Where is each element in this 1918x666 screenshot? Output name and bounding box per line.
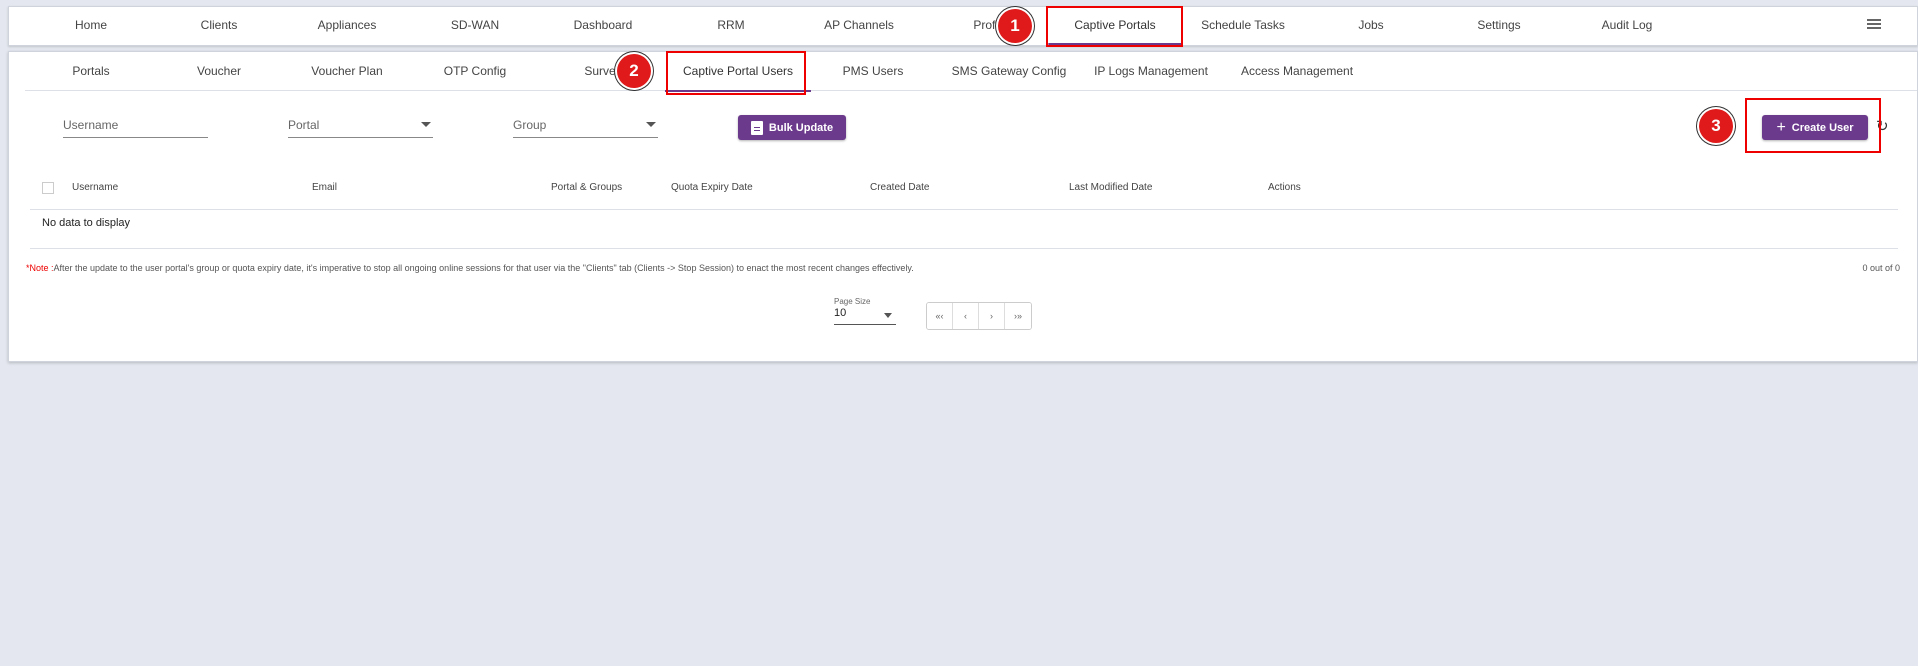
highlight-create-user bbox=[1745, 98, 1881, 153]
tab-access-management[interactable]: Access Management bbox=[1241, 52, 1353, 90]
nav-dashboard[interactable]: Dashboard bbox=[574, 7, 633, 47]
menu-icon[interactable] bbox=[1867, 19, 1881, 29]
prev-page-button[interactable]: ‹ bbox=[953, 303, 979, 329]
page-size-value: 10 bbox=[834, 307, 847, 319]
nav-schedule-tasks[interactable]: Schedule Tasks bbox=[1201, 7, 1285, 47]
tab-otp-config[interactable]: OTP Config bbox=[444, 52, 506, 90]
note-body: After the update to the user portal's gr… bbox=[53, 263, 914, 273]
col-last-modified[interactable]: Last Modified Date bbox=[1069, 178, 1152, 198]
col-username[interactable]: Username bbox=[72, 178, 118, 198]
document-icon bbox=[750, 120, 763, 135]
table-header: Username Email Portal & Groups Quota Exp… bbox=[30, 178, 1898, 210]
nav-audit-log[interactable]: Audit Log bbox=[1602, 7, 1653, 47]
nav-ap-channels[interactable]: AP Channels bbox=[824, 7, 894, 47]
chevron-down-icon bbox=[421, 122, 431, 127]
chevron-down-icon bbox=[884, 313, 892, 318]
chevron-down-icon bbox=[646, 122, 656, 127]
bulk-update-label: Bulk Update bbox=[768, 121, 834, 134]
last-page-button[interactable]: ›» bbox=[1005, 303, 1031, 329]
select-all-checkbox[interactable] bbox=[42, 182, 54, 194]
divider bbox=[30, 248, 1898, 249]
portal-placeholder: Portal bbox=[288, 118, 320, 132]
step-badge-1: 1 bbox=[998, 9, 1032, 43]
tab-sms-gateway-config[interactable]: SMS Gateway Config bbox=[952, 52, 1067, 90]
tab-voucher-plan[interactable]: Voucher Plan bbox=[311, 52, 382, 90]
tab-portals[interactable]: Portals bbox=[72, 52, 109, 90]
nav-settings[interactable]: Settings bbox=[1477, 7, 1520, 47]
col-quota-expiry[interactable]: Quota Expiry Date bbox=[671, 178, 753, 198]
tab-pms-users[interactable]: PMS Users bbox=[843, 52, 904, 90]
col-actions: Actions bbox=[1268, 182, 1301, 193]
top-nav: Home Clients Appliances SD-WAN Dashboard… bbox=[8, 6, 1918, 46]
step-badge-3: 3 bbox=[1699, 109, 1733, 143]
first-page-button[interactable]: «‹ bbox=[927, 303, 953, 329]
sub-nav: Portals Voucher Voucher Plan OTP Config … bbox=[25, 52, 1917, 92]
group-select[interactable]: Group bbox=[513, 116, 658, 138]
record-count: 0 out of 0 bbox=[1862, 263, 1900, 273]
nav-jobs[interactable]: Jobs bbox=[1358, 7, 1383, 47]
portal-select[interactable]: Portal bbox=[288, 116, 433, 138]
tab-voucher[interactable]: Voucher bbox=[197, 52, 241, 90]
empty-state: No data to display bbox=[42, 217, 131, 229]
step-badge-2: 2 bbox=[617, 54, 651, 88]
bulk-update-button[interactable]: Bulk Update bbox=[738, 115, 846, 140]
col-portal-groups[interactable]: Portal & Groups bbox=[551, 178, 622, 198]
page-size-label: Page Size bbox=[834, 297, 871, 306]
nav-sd-wan[interactable]: SD-WAN bbox=[451, 7, 499, 47]
nav-appliances[interactable]: Appliances bbox=[318, 7, 377, 47]
username-input[interactable]: Username bbox=[63, 116, 208, 138]
group-placeholder: Group bbox=[513, 118, 547, 132]
tab-ip-logs-management[interactable]: IP Logs Management bbox=[1094, 52, 1208, 90]
nav-rrm[interactable]: RRM bbox=[717, 7, 744, 47]
note-text: *Note :After the update to the user port… bbox=[26, 263, 914, 273]
highlight-captive-portals bbox=[1046, 6, 1183, 47]
nav-profiles[interactable]: Profil bbox=[973, 7, 1000, 47]
col-created-date[interactable]: Created Date bbox=[870, 178, 929, 198]
note-prefix: *Note : bbox=[26, 263, 54, 273]
nav-home[interactable]: Home bbox=[75, 7, 107, 47]
page-size-select[interactable]: 10 bbox=[834, 307, 896, 325]
username-placeholder: Username bbox=[63, 118, 119, 132]
pagination-controls: «‹ ‹ › ›» bbox=[926, 302, 1032, 330]
nav-clients[interactable]: Clients bbox=[201, 7, 238, 47]
highlight-captive-portal-users bbox=[666, 51, 806, 95]
col-email[interactable]: Email bbox=[312, 178, 337, 198]
next-page-button[interactable]: › bbox=[979, 303, 1005, 329]
